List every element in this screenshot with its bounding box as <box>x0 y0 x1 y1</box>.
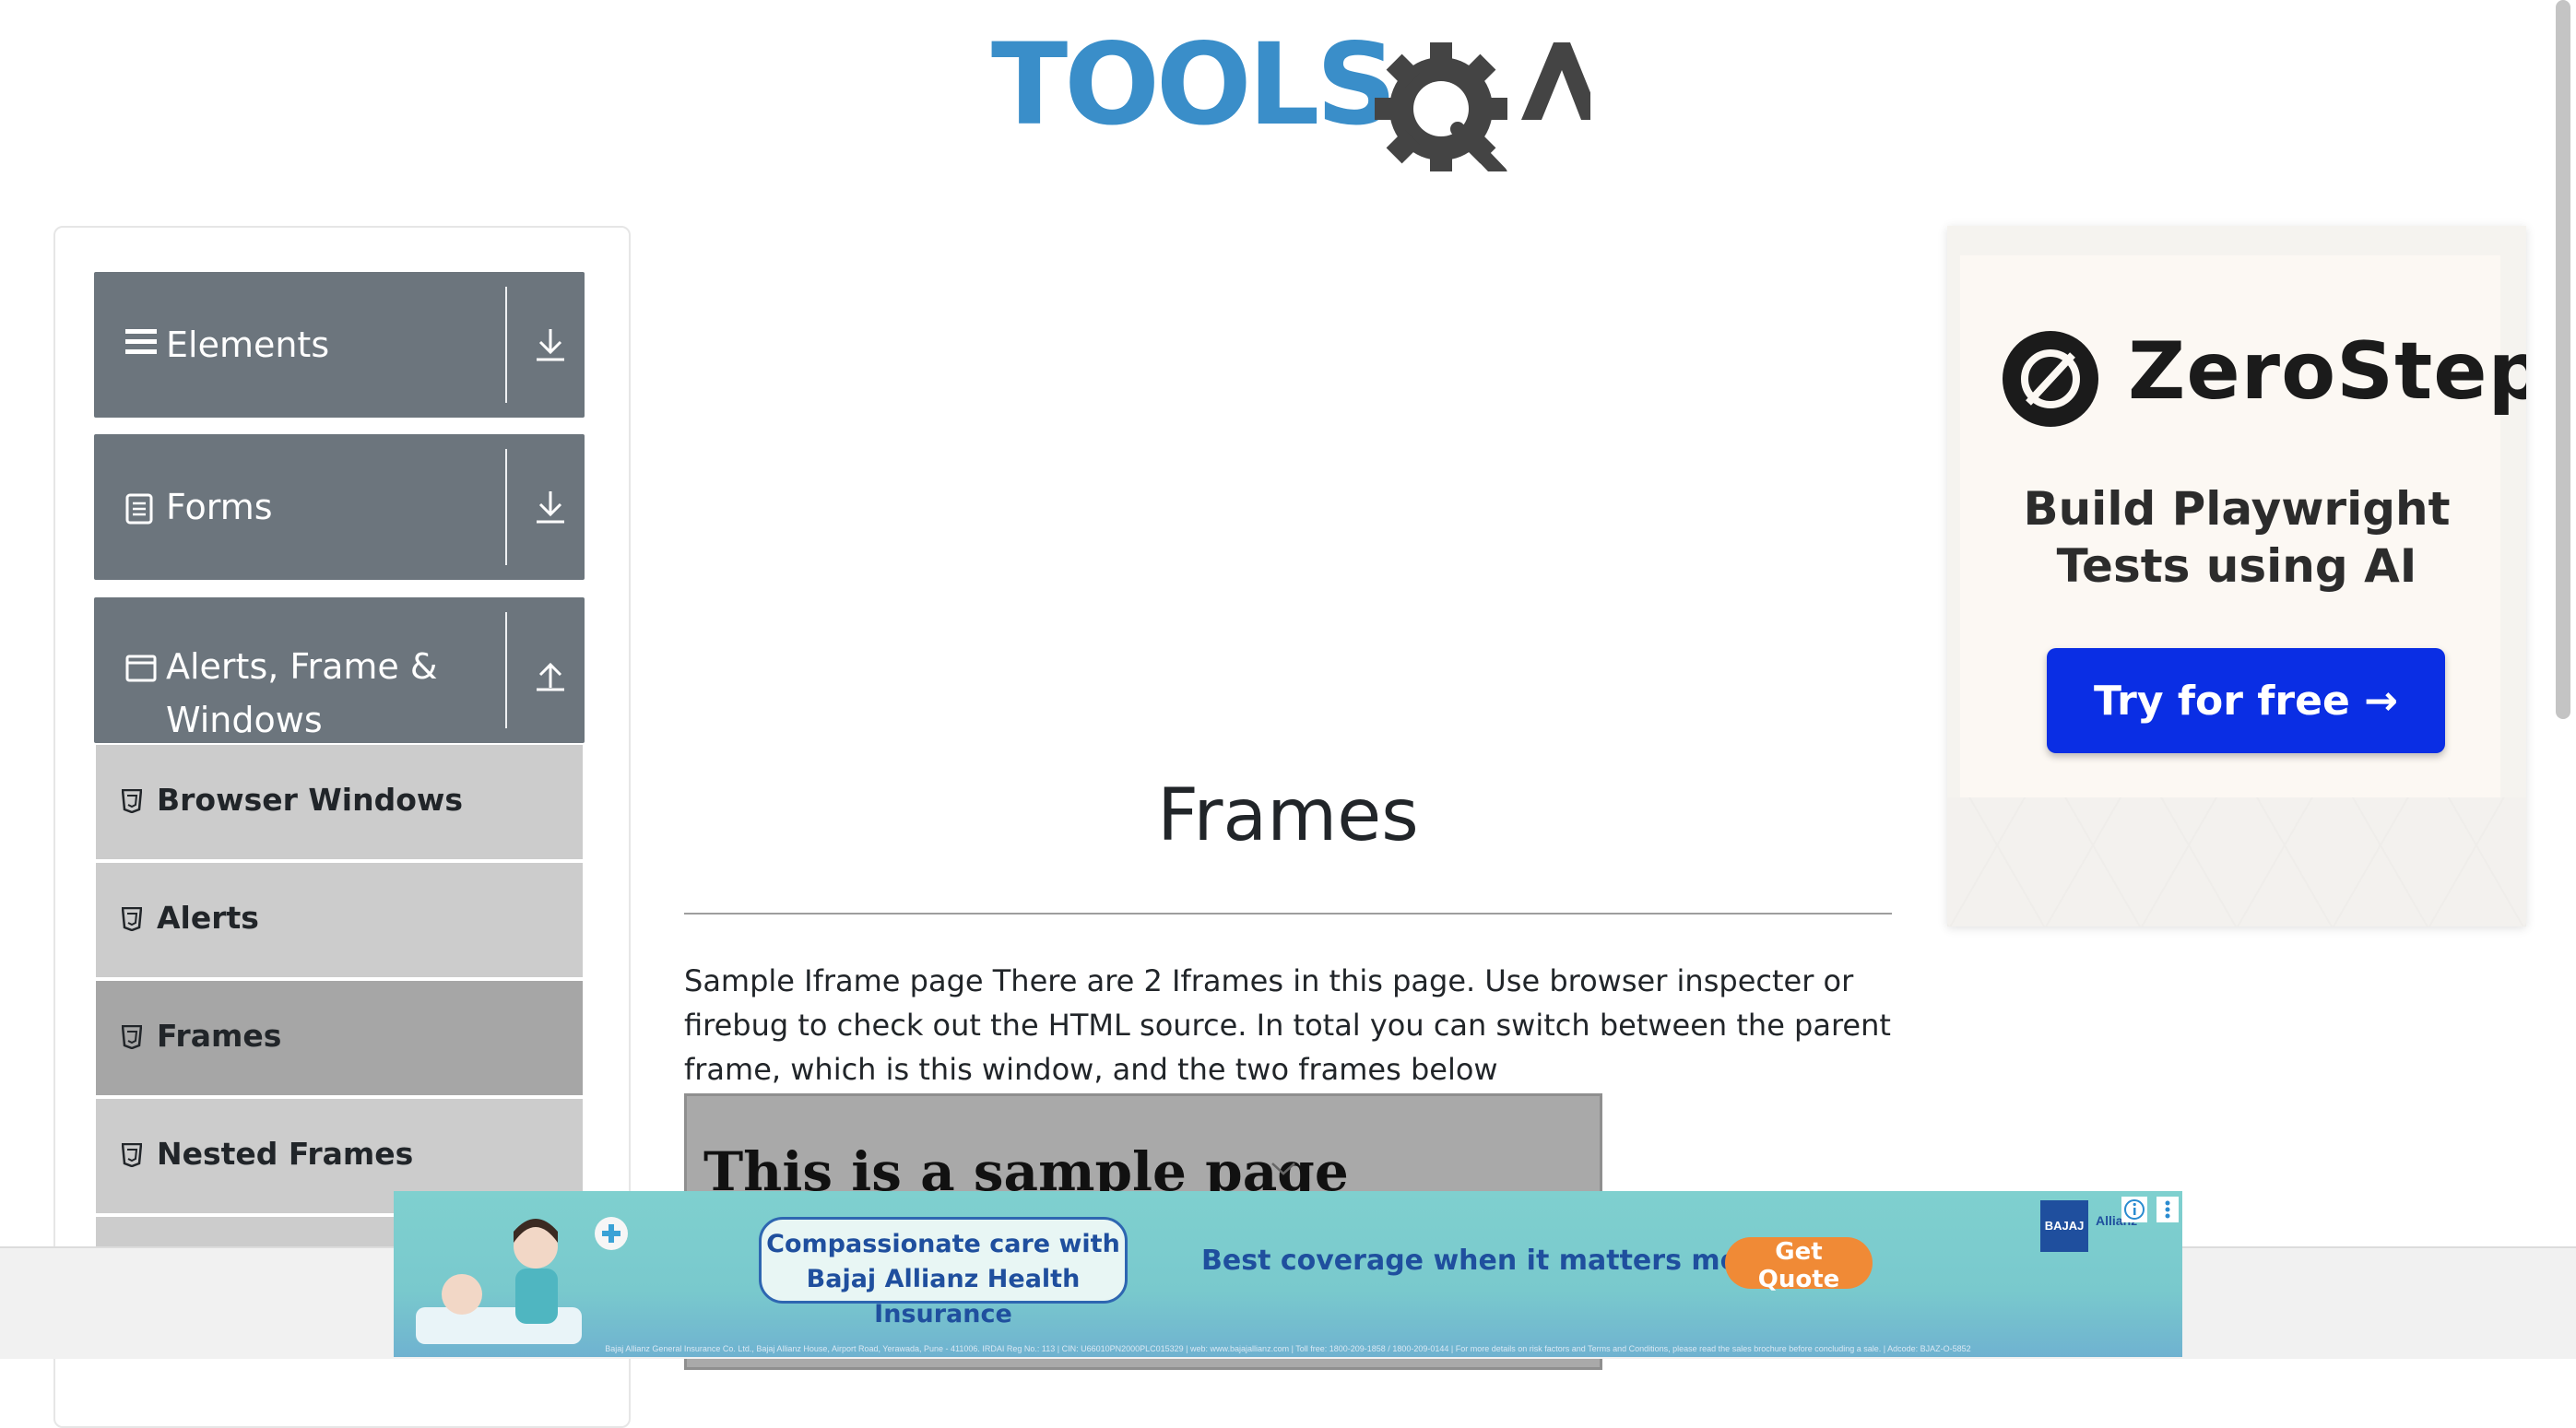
html5-icon <box>121 906 143 936</box>
ad-pattern <box>1947 797 2526 926</box>
group-header-elements[interactable]: Elements <box>94 272 585 418</box>
logo-letter-a <box>1521 42 1590 120</box>
group-label-alerts-line2: Windows <box>166 700 323 740</box>
group-header-alerts-frame-windows[interactable]: Alerts, Frame & Windows <box>94 597 585 743</box>
group-divider <box>505 449 507 565</box>
page-scrollbar[interactable] <box>2556 0 2570 719</box>
upload-arrow-icon[interactable] <box>535 656 566 696</box>
sidebar-item-label: Frames <box>157 1018 282 1054</box>
intro-text: Sample Iframe page There are 2 Iframes i… <box>684 963 1891 1087</box>
hamburger-icon <box>125 325 157 361</box>
ad-more-options-icon[interactable] <box>2157 1197 2179 1227</box>
html5-icon <box>121 1142 143 1172</box>
ad-bubble-line1: Compassionate care with <box>766 1230 1120 1258</box>
group-label-forms: Forms <box>166 487 273 527</box>
sidebar-item-label: Nested Frames <box>157 1136 414 1172</box>
chevron-down-icon <box>1270 1161 1297 1182</box>
page-title: Frames <box>1157 774 1419 857</box>
logo-text-tools: TOOLS <box>991 24 1393 150</box>
toolsqa-logo[interactable]: TOOLS <box>991 24 1590 171</box>
title-divider <box>684 913 1892 915</box>
group-divider <box>505 612 507 728</box>
download-arrow-icon[interactable] <box>535 327 566 367</box>
html5-icon <box>121 1024 143 1054</box>
download-arrow-icon[interactable] <box>535 490 566 529</box>
ad-tagline-line1: Build Playwright <box>2023 482 2451 536</box>
ad-tagline: Build Playwright Tests using AI <box>1947 480 2526 595</box>
group-header-forms[interactable]: Forms <box>94 434 585 580</box>
sidebar-item-alerts[interactable]: Alerts <box>96 863 583 977</box>
zerostep-ad[interactable]: ZeroStep Build Playwright Tests using AI… <box>1947 226 2526 926</box>
window-icon <box>125 655 157 687</box>
group-divider <box>505 287 507 403</box>
ad-bubble: Compassionate care with Bajaj Allianz He… <box>759 1217 1128 1328</box>
sidebar-item-label: Alerts <box>157 900 259 936</box>
document-icon <box>125 493 153 529</box>
sidebar-item-browser-windows[interactable]: Browser Windows <box>96 745 583 859</box>
group-label-elements: Elements <box>166 325 330 365</box>
gear-magnifier-icon <box>1375 42 1507 171</box>
bajaj-logo: BAJAJ <box>2040 1200 2088 1252</box>
ad-bubble-line2: Bajaj Allianz Health Insurance <box>806 1265 1081 1328</box>
nurse-illustration-icon <box>407 1206 628 1357</box>
group-label-alerts-line1: Alerts, Frame & <box>166 646 438 687</box>
try-for-free-button[interactable]: Try for free → <box>2047 648 2445 753</box>
ad-info-icon[interactable] <box>2121 1197 2147 1227</box>
bajaj-allianz-banner-ad[interactable]: Compassionate care with Bajaj Allianz He… <box>394 1191 2182 1357</box>
zerostep-logo-icon <box>2001 329 2100 433</box>
html5-icon <box>121 788 143 818</box>
sidebar-item-frames[interactable]: Frames <box>96 981 583 1095</box>
ad-tagline-line2: Tests using AI <box>2056 539 2417 593</box>
ad-brand: ZeroStep <box>2128 325 2526 418</box>
sidebar-item-label: Browser Windows <box>157 782 463 818</box>
ad-fineprint: Bajaj Allianz General Insurance Co. Ltd.… <box>605 1344 1971 1353</box>
get-quote-button[interactable]: Get Quote <box>1725 1237 1873 1293</box>
ad-headline: Best coverage when it matters most <box>1201 1245 1769 1277</box>
